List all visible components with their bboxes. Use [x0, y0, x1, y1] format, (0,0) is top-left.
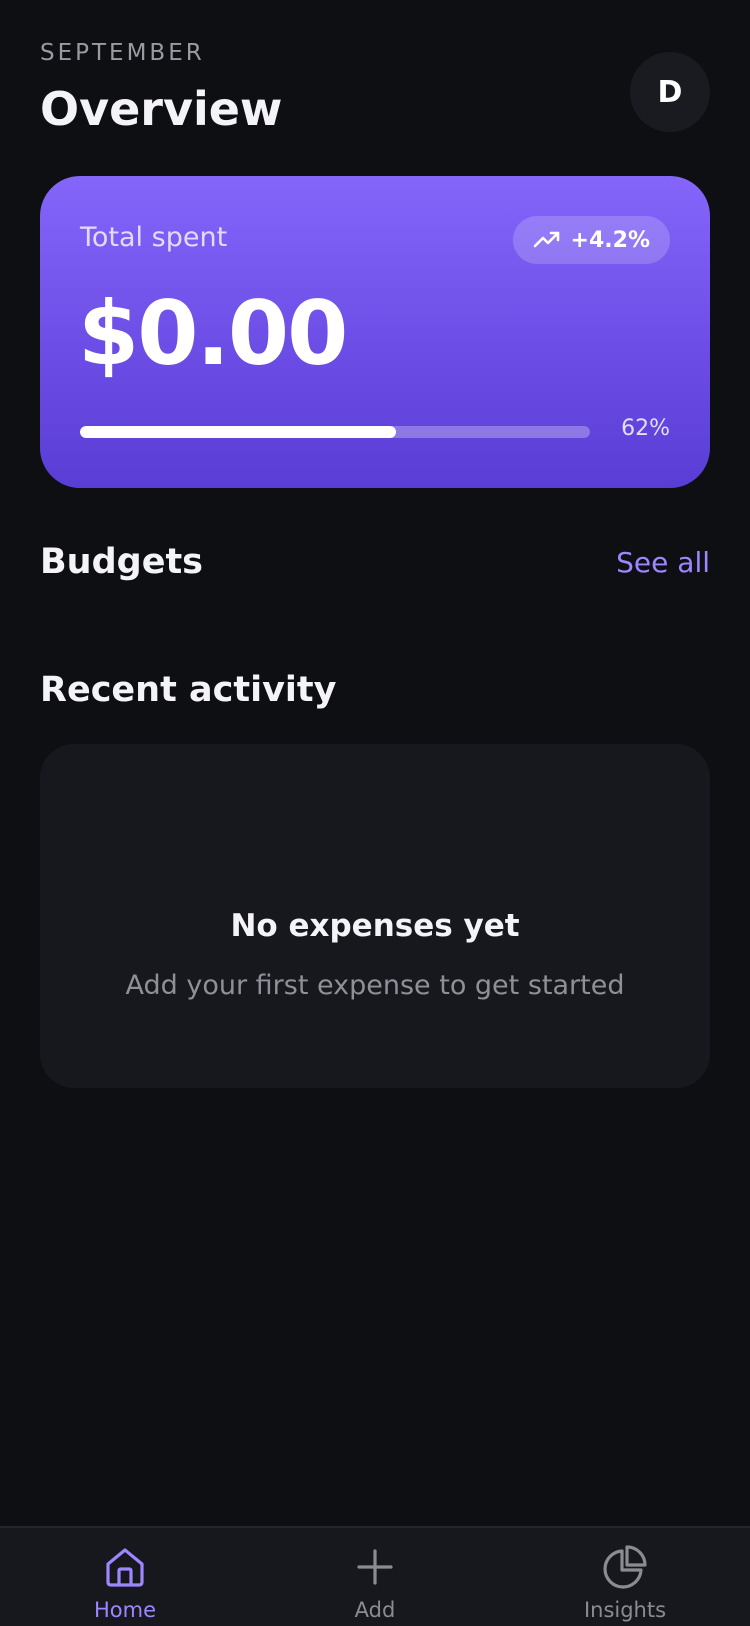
- tab-add[interactable]: Add: [250, 1528, 500, 1626]
- budget-progress-fill: [80, 426, 397, 438]
- empty-state-subtitle: Add your first expense to get started: [125, 970, 625, 1001]
- tab-insights-label: Insights: [583, 1598, 667, 1622]
- budget-progress-percent: 62%: [621, 416, 670, 441]
- avatar[interactable]: D: [630, 52, 710, 132]
- tab-home[interactable]: Home: [0, 1528, 250, 1626]
- trending-up-icon: [533, 230, 561, 250]
- empty-state-title: No expenses yet: [230, 908, 520, 944]
- budgets-heading: Budgets: [40, 542, 204, 582]
- bottom-tab-bar: Home Add Insights: [0, 1526, 750, 1626]
- budget-progress-bar: [80, 426, 590, 438]
- tab-home-label: Home: [93, 1598, 156, 1622]
- trend-badge: +4.2%: [512, 216, 670, 264]
- total-spent-label: Total spent: [80, 222, 228, 253]
- home-icon: [102, 1544, 148, 1590]
- pie-chart-icon: [602, 1544, 648, 1590]
- total-spent-card[interactable]: Total spent +4.2% $0.00 62%: [40, 176, 710, 488]
- month-label: SEPTEMBER: [40, 40, 205, 66]
- empty-state-card: No expenses yet Add your first expense t…: [40, 744, 710, 1088]
- plus-icon: [352, 1544, 398, 1590]
- tab-insights[interactable]: Insights: [500, 1528, 750, 1626]
- trend-value: +4.2%: [570, 227, 650, 253]
- see-all-link[interactable]: See all: [616, 546, 710, 579]
- total-amount: $0.00: [78, 282, 348, 385]
- recent-activity-heading: Recent activity: [40, 670, 337, 710]
- tab-add-label: Add: [354, 1598, 396, 1622]
- page-title: Overview: [40, 82, 283, 136]
